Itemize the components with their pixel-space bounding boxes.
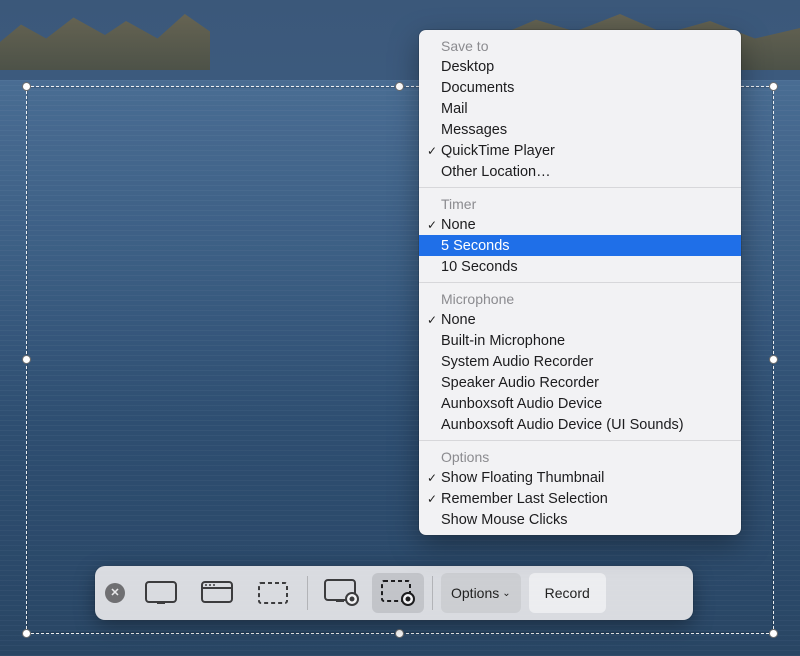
resize-handle-bottom-left[interactable] (22, 629, 31, 638)
chevron-down-icon: ⌄ (502, 588, 510, 599)
record-screen-icon (324, 579, 360, 607)
checkmark-icon: ✓ (425, 313, 439, 327)
menu-item-floating-thumbnail[interactable]: ✓Show Floating Thumbnail (419, 467, 741, 488)
mode-capture-entire-screen[interactable] (135, 573, 187, 613)
menu-item-save-quicktime[interactable]: ✓QuickTime Player (419, 140, 741, 161)
menu-item-mic-system-audio[interactable]: System Audio Recorder (419, 351, 741, 372)
wallpaper-mountain (0, 0, 210, 70)
resize-handle-middle-left[interactable] (22, 355, 31, 364)
menu-item-save-messages[interactable]: Messages (419, 119, 741, 140)
menu-item-remember-selection[interactable]: ✓Remember Last Selection (419, 488, 741, 509)
desktop-wallpaper: ✕ (0, 0, 800, 656)
menu-item-timer-none[interactable]: ✓None (419, 214, 741, 235)
menu-item-mic-builtin[interactable]: Built-in Microphone (419, 330, 741, 351)
resize-handle-top-middle[interactable] (395, 82, 404, 91)
options-menu: Save to Desktop Documents Mail Messages … (419, 30, 741, 535)
record-button[interactable]: Record (529, 573, 606, 613)
record-label: Record (545, 585, 590, 601)
mode-capture-selection[interactable] (247, 573, 299, 613)
menu-section-timer: Timer (419, 193, 741, 214)
selection-icon (257, 581, 289, 605)
menu-item-save-desktop[interactable]: Desktop (419, 56, 741, 77)
checkmark-icon: ✓ (425, 492, 439, 506)
menu-section-microphone: Microphone (419, 288, 741, 309)
window-icon (201, 581, 233, 605)
menu-divider (419, 440, 741, 441)
options-label: Options (451, 585, 499, 601)
mode-capture-window[interactable] (191, 573, 243, 613)
toolbar-separator (432, 576, 433, 610)
menu-item-timer-10s[interactable]: 10 Seconds (419, 256, 741, 277)
options-button[interactable]: Options ⌄ (441, 573, 521, 613)
close-button[interactable]: ✕ (105, 583, 125, 603)
menu-divider (419, 187, 741, 188)
menu-section-save-to: Save to (419, 35, 741, 56)
menu-item-save-other[interactable]: Other Location… (419, 161, 741, 182)
resize-handle-bottom-middle[interactable] (395, 629, 404, 638)
checkmark-icon: ✓ (425, 144, 439, 158)
resize-handle-bottom-right[interactable] (769, 629, 778, 638)
screenshot-toolbar: ✕ (95, 566, 693, 620)
menu-item-save-mail[interactable]: Mail (419, 98, 741, 119)
menu-section-options: Options (419, 446, 741, 467)
mode-record-entire-screen[interactable] (316, 573, 368, 613)
menu-item-save-documents[interactable]: Documents (419, 77, 741, 98)
menu-item-mic-aunboxsoft-ui[interactable]: Aunboxsoft Audio Device (UI Sounds) (419, 414, 741, 435)
menu-item-show-mouse-clicks[interactable]: Show Mouse Clicks (419, 509, 741, 530)
close-icon: ✕ (110, 588, 119, 599)
menu-item-mic-aunboxsoft[interactable]: Aunboxsoft Audio Device (419, 393, 741, 414)
resize-handle-top-right[interactable] (769, 82, 778, 91)
checkmark-icon: ✓ (425, 218, 439, 232)
menu-item-mic-speaker-audio[interactable]: Speaker Audio Recorder (419, 372, 741, 393)
menu-item-mic-none[interactable]: ✓None (419, 309, 741, 330)
screen-icon (145, 581, 177, 605)
mode-record-selection[interactable] (372, 573, 424, 613)
menu-divider (419, 282, 741, 283)
checkmark-icon: ✓ (425, 471, 439, 485)
resize-handle-middle-right[interactable] (769, 355, 778, 364)
menu-item-timer-5s[interactable]: 5 Seconds (419, 235, 741, 256)
resize-handle-top-left[interactable] (22, 82, 31, 91)
toolbar-separator (307, 576, 308, 610)
record-selection-icon (380, 579, 416, 607)
